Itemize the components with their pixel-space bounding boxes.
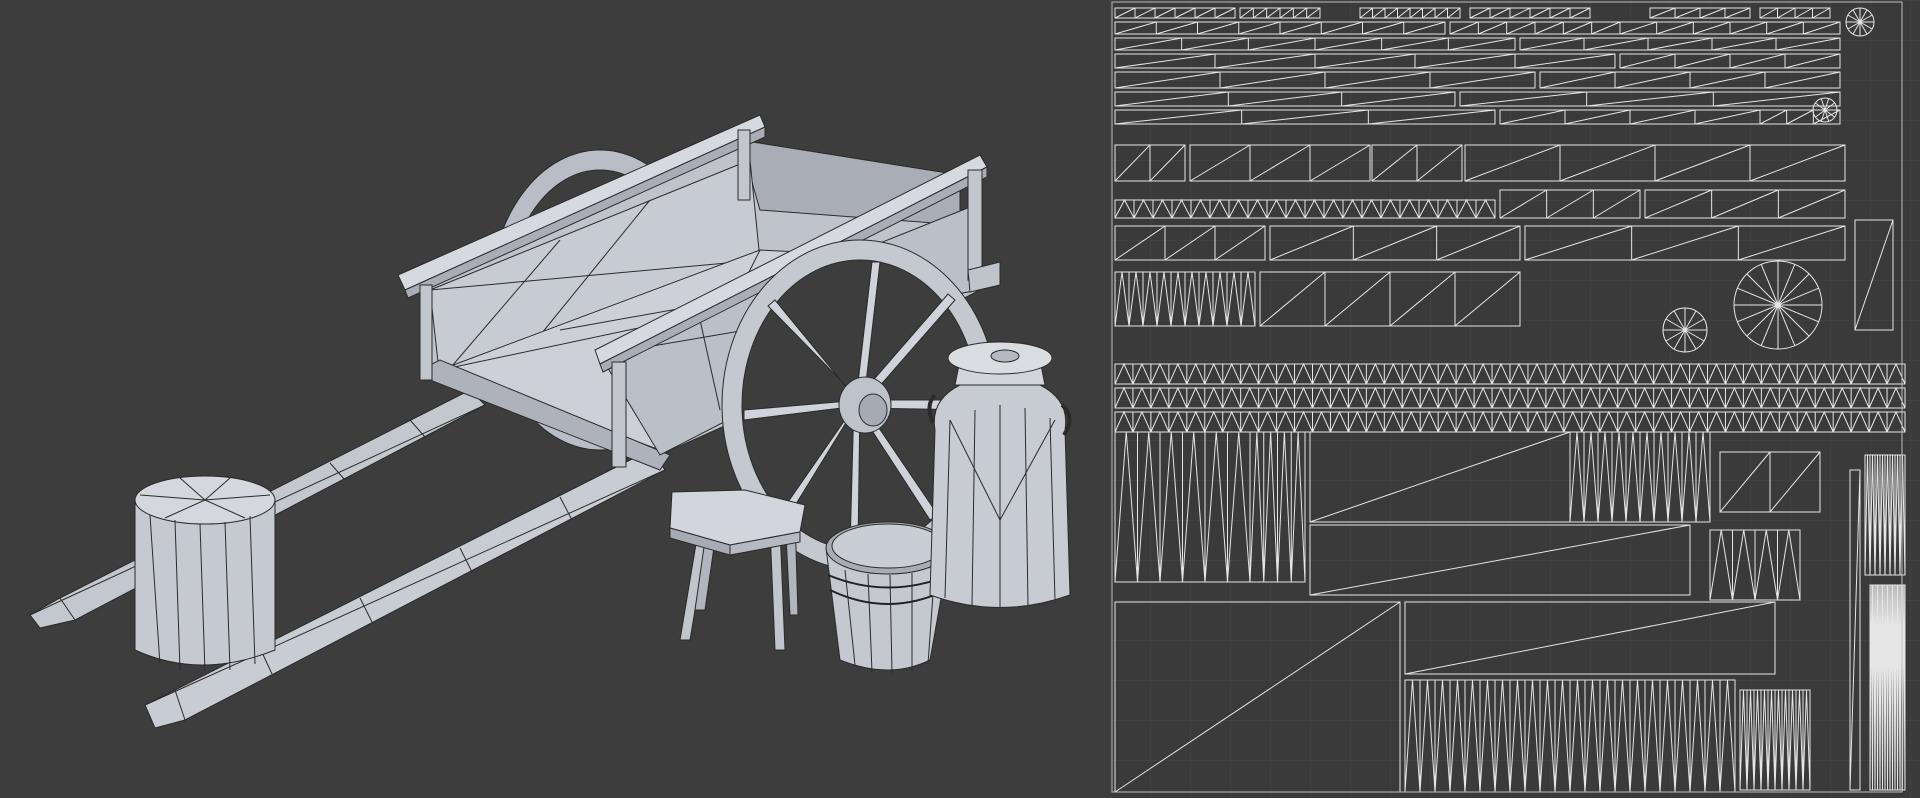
viewport-canvas[interactable] xyxy=(0,0,1110,798)
3d-viewport[interactable] xyxy=(0,0,1110,798)
uv-island[interactable] xyxy=(1869,584,1906,791)
uv-editor[interactable] xyxy=(1110,0,1920,798)
uv-grid xyxy=(1110,0,1920,798)
uv-island[interactable] xyxy=(1734,261,1822,349)
uv-island[interactable] xyxy=(1114,198,1496,219)
uv-canvas[interactable] xyxy=(1110,0,1920,798)
wooden-stool[interactable] xyxy=(669,489,806,651)
blender-workspace xyxy=(0,0,1920,798)
wood-stump[interactable] xyxy=(134,475,276,673)
